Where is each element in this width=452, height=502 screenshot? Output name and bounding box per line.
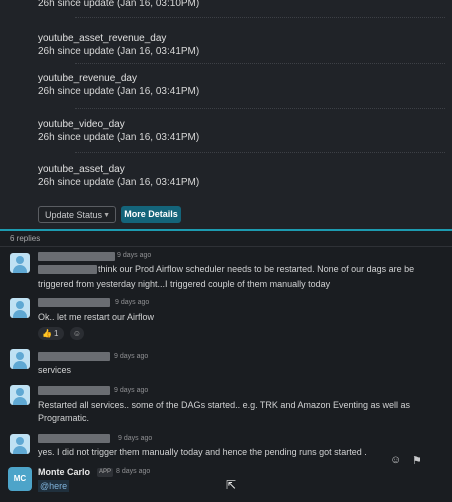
mouse-cursor-icon: ⇱ bbox=[226, 478, 237, 492]
divider bbox=[75, 17, 445, 19]
table-update-time: 26h since update (Jan 16, 03:10PM) bbox=[38, 0, 200, 9]
table-update-time: 26h since update (Jan 16, 03:41PM) bbox=[38, 46, 200, 57]
divider bbox=[75, 63, 445, 65]
redacted-mention bbox=[38, 265, 97, 274]
message-time[interactable]: 9 days ago bbox=[115, 299, 149, 306]
redacted-username bbox=[38, 298, 110, 307]
message-text: Ok.. let me restart our Airflow bbox=[38, 312, 155, 322]
avatar[interactable] bbox=[10, 434, 30, 454]
here-mention[interactable]: @here bbox=[38, 480, 70, 492]
divider bbox=[75, 108, 445, 110]
thumbs-up-icon: 👍 bbox=[42, 329, 52, 338]
avatar[interactable] bbox=[10, 385, 30, 405]
message-text: think our Prod Airflow scheduler needs t… bbox=[98, 264, 415, 274]
redacted-username bbox=[38, 386, 110, 395]
message-text: triggered from yesterday night...I trigg… bbox=[38, 279, 331, 289]
app-badge: APP bbox=[97, 468, 114, 477]
reaction-thumbs-up[interactable]: 👍 1 bbox=[38, 327, 64, 340]
redacted-username bbox=[38, 352, 110, 361]
sender-name[interactable]: Monte Carlo bbox=[38, 467, 90, 477]
message-time[interactable]: 9 days ago bbox=[114, 353, 148, 360]
add-reaction-icon[interactable]: ☺ bbox=[70, 327, 84, 340]
replies-count: 6 replies bbox=[10, 234, 41, 243]
table-entry: youtube_asset_revenue_day 26h since upda… bbox=[38, 32, 288, 58]
redacted-username bbox=[38, 252, 115, 261]
avatar[interactable] bbox=[10, 349, 30, 369]
redacted-username bbox=[38, 434, 110, 443]
update-status-label: Update Status bbox=[45, 210, 103, 220]
message-text: yes. I did not trigger them manually tod… bbox=[38, 447, 367, 457]
avatar[interactable] bbox=[10, 298, 30, 318]
more-details-button[interactable]: More Details bbox=[121, 206, 181, 223]
table-entry: youtube_asset_day 26h since update (Jan … bbox=[38, 163, 288, 189]
divider bbox=[0, 246, 452, 247]
bookmark-icon[interactable]: ⚑ bbox=[412, 454, 422, 467]
update-status-select[interactable]: Update Status ▼ bbox=[38, 206, 116, 223]
chevron-down-icon: ▼ bbox=[103, 212, 110, 219]
add-reaction-icon[interactable]: ☺ bbox=[390, 454, 401, 466]
avatar[interactable]: MC bbox=[8, 467, 32, 491]
divider bbox=[75, 152, 445, 154]
table-update-time: 26h since update (Jan 16, 03:41PM) bbox=[38, 132, 200, 143]
table-update-time: 26h since update (Jan 16, 03:41PM) bbox=[38, 86, 200, 97]
message-text: services bbox=[38, 365, 72, 375]
table-name[interactable]: youtube_video_day bbox=[38, 118, 288, 131]
message-time[interactable]: 9 days ago bbox=[114, 387, 148, 394]
message-text: Programatic. bbox=[38, 413, 90, 423]
table-entry: 26h since update (Jan 16, 03:10PM) bbox=[38, 0, 288, 10]
message-time[interactable]: 9 days ago bbox=[117, 252, 151, 259]
avatar[interactable] bbox=[10, 253, 30, 273]
table-name[interactable]: youtube_asset_day bbox=[38, 163, 288, 176]
message-time[interactable]: 8 days ago bbox=[116, 468, 150, 475]
table-entry: youtube_revenue_day 26h since update (Ja… bbox=[38, 72, 288, 98]
table-name[interactable]: youtube_asset_revenue_day bbox=[38, 32, 288, 45]
alert-message-panel: 26h since update (Jan 16, 03:10PM) youtu… bbox=[0, 0, 452, 230]
message-time[interactable]: 9 days ago bbox=[118, 435, 152, 442]
thread-divider bbox=[0, 229, 452, 231]
message-hover-actions: ☺ ⚑ bbox=[388, 452, 428, 472]
message-text: Restarted all services.. some of the DAG… bbox=[38, 400, 411, 410]
reaction-count: 1 bbox=[54, 329, 59, 338]
table-name[interactable]: youtube_revenue_day bbox=[38, 72, 288, 85]
table-entry: youtube_video_day 26h since update (Jan … bbox=[38, 118, 288, 144]
table-update-time: 26h since update (Jan 16, 03:41PM) bbox=[38, 177, 200, 188]
